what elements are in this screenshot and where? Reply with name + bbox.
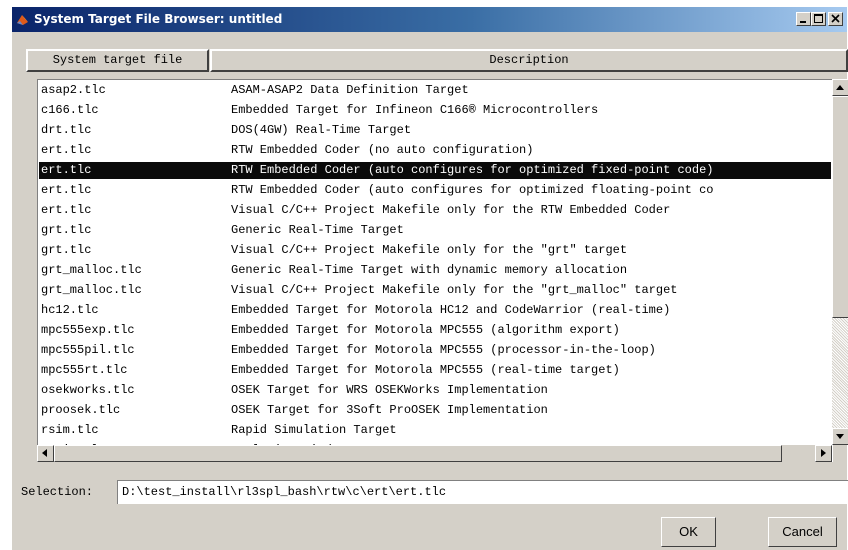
row-file-name: ert.tlc <box>41 203 92 217</box>
list-row[interactable]: c166.tlc Embedded Target for Infineon C16… <box>39 102 831 119</box>
row-description: Visual C/C++ Project Makefile only for t… <box>231 283 678 297</box>
close-icon <box>831 14 840 23</box>
row-file-name: mpc555pil.tlc <box>41 343 135 357</box>
list-row[interactable]: grt.tlc Visual C/C++ Project Makefile onl… <box>39 242 831 259</box>
list-row[interactable]: grt_malloc.tlc Visual C/C++ Project Makef… <box>39 282 831 299</box>
row-description: RTW Embedded Coder (no auto configuratio… <box>231 143 534 157</box>
row-file-name: c166.tlc <box>41 103 99 117</box>
row-description: Visual C/C++ Project Makefile only for t… <box>231 203 671 217</box>
row-description: Visual C/C++ Project Makefile only for t… <box>231 243 628 257</box>
row-description: Embedded Target for Motorola MPC555 (alg… <box>231 323 620 337</box>
dialog-window: System Target File Browser: untitled Sys… <box>11 6 848 550</box>
cancel-button[interactable]: Cancel <box>768 517 837 547</box>
row-description: Generic Real-Time Target with dynamic me… <box>231 263 628 277</box>
list-row[interactable]: ert.tlc RTW Embedded Coder (auto configur… <box>39 182 831 199</box>
list-row[interactable]: mpc555rt.tlc Embedded Target for Motorola… <box>39 362 831 379</box>
list-row[interactable]: ert.tlc RTW Embedded Coder (no auto confi… <box>39 142 831 159</box>
row-description: Embedded Target for Motorola HC12 and Co… <box>231 303 671 317</box>
window-title: System Target File Browser: untitled <box>34 12 283 26</box>
list-row[interactable]: drt.tlc DOS(4GW) Real-Time Target <box>39 122 831 139</box>
scroll-left-button[interactable] <box>37 445 54 462</box>
arrow-right-icon <box>821 449 826 457</box>
scroll-right-button[interactable] <box>815 445 832 462</box>
list-row[interactable]: grt_malloc.tlc Generic Real-Time Target w… <box>39 262 831 279</box>
target-file-list[interactable]: asap2.tlc ASAM-ASAP2 Data Definition Targ… <box>37 79 833 462</box>
row-file-name: ert.tlc <box>41 163 92 177</box>
row-file-name: mpc555rt.tlc <box>41 363 128 377</box>
scroll-up-button[interactable] <box>832 79 848 96</box>
row-description: DOS(4GW) Real-Time Target <box>231 123 412 137</box>
row-description: OSEK Target for 3Soft ProOSEK Implementa… <box>231 403 548 417</box>
vertical-scroll-track[interactable] <box>832 318 848 428</box>
list-row[interactable]: rsim.tlc Rapid Simulation Target <box>39 422 831 439</box>
maximize-button[interactable] <box>811 12 826 26</box>
row-file-name: asap2.tlc <box>41 83 106 97</box>
list-row[interactable]: proosek.tlc OSEK Target for 3Soft ProOSEK… <box>39 402 831 419</box>
row-description: Embedded Target for Motorola MPC555 (pro… <box>231 343 656 357</box>
row-file-name: osekworks.tlc <box>41 383 135 397</box>
row-file-name: grt_malloc.tlc <box>41 263 142 277</box>
row-file-name: drt.tlc <box>41 123 92 137</box>
row-description: Embedded Target for Motorola MPC555 (rea… <box>231 363 620 377</box>
row-file-name: grt.tlc <box>41 223 92 237</box>
row-file-name: hc12.tlc <box>41 303 99 317</box>
list-row-selected[interactable]: ert.tlc RTW Embedded Coder (auto configur… <box>39 162 831 179</box>
list-row[interactable]: mpc555pil.tlc Embedded Target for Motorol… <box>39 342 831 359</box>
vertical-scrollbar[interactable] <box>832 79 848 445</box>
close-button[interactable] <box>828 12 843 26</box>
vertical-scroll-thumb[interactable] <box>832 96 848 318</box>
minimize-icon <box>800 21 806 23</box>
selection-label: Selection: <box>21 485 94 499</box>
arrow-down-icon <box>836 434 844 439</box>
list-row[interactable]: ert.tlc Visual C/C++ Project Makefile onl… <box>39 202 831 219</box>
minimize-button[interactable] <box>796 12 811 26</box>
row-file-name: ert.tlc <box>41 183 92 197</box>
row-description: Rapid Simulation Target <box>231 423 397 437</box>
row-file-name: proosek.tlc <box>41 403 121 417</box>
row-file-name: ert.tlc <box>41 143 92 157</box>
matlab-app-icon <box>17 15 28 25</box>
list-row[interactable]: hc12.tlc Embedded Target for Motorola HC1… <box>39 302 831 319</box>
arrow-left-icon <box>42 449 47 457</box>
scroll-down-button[interactable] <box>832 428 848 445</box>
arrow-up-icon <box>836 85 844 90</box>
list-row[interactable]: grt.tlc Generic Real-Time Target <box>39 222 831 239</box>
list-row[interactable]: mpc555exp.tlc Embedded Target for Motorol… <box>39 322 831 339</box>
row-description: OSEK Target for WRS OSEKWorks Implementa… <box>231 383 548 397</box>
row-file-name: mpc555exp.tlc <box>41 323 135 337</box>
column-header-row: System target file Description <box>26 49 848 72</box>
list-row[interactable]: asap2.tlc ASAM-ASAP2 Data Definition Targ… <box>39 82 831 99</box>
ok-button[interactable]: OK <box>661 517 716 547</box>
row-file-name: rsim.tlc <box>41 423 99 437</box>
list-row[interactable]: osekworks.tlc OSEK Target for WRS OSEKWor… <box>39 382 831 399</box>
column-header-description[interactable]: Description <box>210 49 848 72</box>
row-description: ASAM-ASAP2 Data Definition Target <box>231 83 469 97</box>
maximize-icon <box>814 14 823 23</box>
row-file-name: grt_malloc.tlc <box>41 283 142 297</box>
title-bar[interactable]: System Target File Browser: untitled <box>12 7 847 32</box>
column-header-file[interactable]: System target file <box>26 49 209 72</box>
row-description: Generic Real-Time Target <box>231 223 404 237</box>
row-file-name: grt.tlc <box>41 243 92 257</box>
row-description: Embedded Target for Infineon C166® Micro… <box>231 103 599 117</box>
row-description: RTW Embedded Coder (auto configures for … <box>231 163 714 177</box>
horizontal-scroll-thumb[interactable] <box>54 445 782 462</box>
selection-field[interactable]: D:\test_install\rl3spl_bash\rtw\c\ert\er… <box>117 480 848 504</box>
row-description: RTW Embedded Coder (auto configures for … <box>231 183 714 197</box>
horizontal-scrollbar[interactable] <box>37 445 832 462</box>
